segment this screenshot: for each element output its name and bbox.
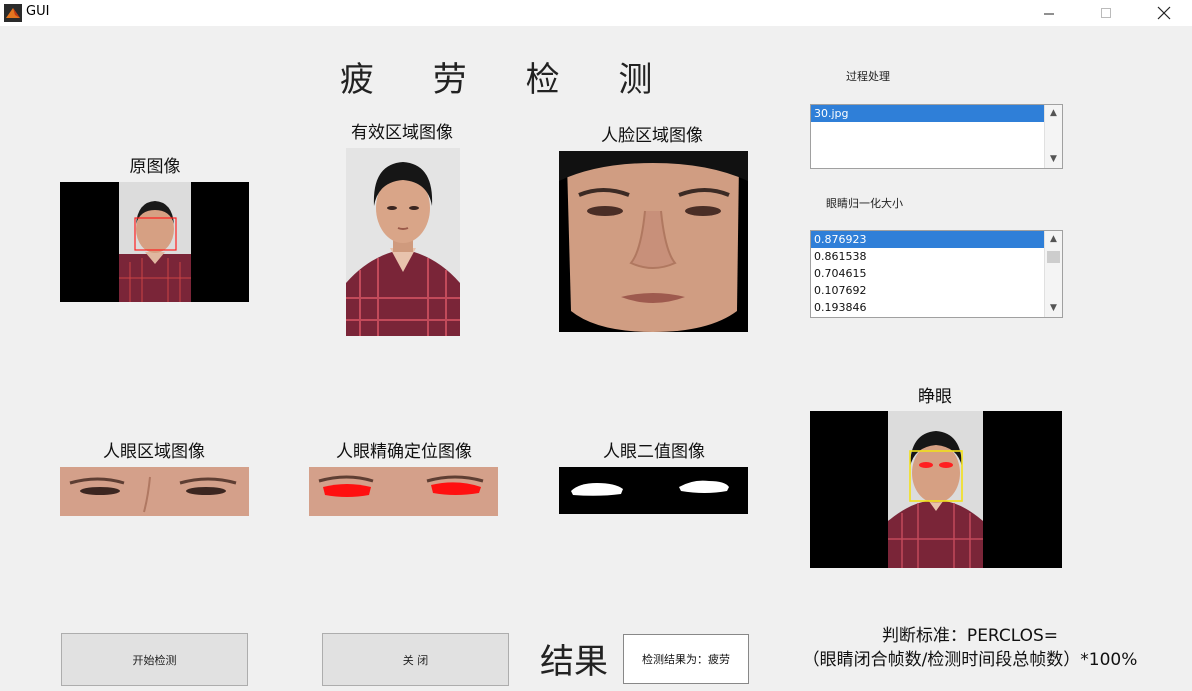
eye-state-image (810, 411, 1062, 568)
matlab-icon (4, 4, 22, 22)
eye-precise-label: 人眼精确定位图像 (336, 442, 472, 462)
list-item[interactable]: 30.jpg (811, 105, 1044, 122)
eye-binary-label: 人眼二值图像 (603, 442, 705, 462)
face-region-label: 人脸区域图像 (601, 126, 703, 146)
original-image-label: 原图像 (129, 157, 181, 177)
eye-region-axes (60, 467, 249, 516)
eye-norm-label: 眼睛归一化大小 (826, 197, 903, 210)
close-button[interactable]: 关 闭 (322, 633, 509, 686)
eye-region-image (60, 467, 249, 516)
eye-state-axes (810, 411, 1062, 568)
main-title: 疲 劳 检 测 (340, 60, 677, 100)
valid-region-axes (346, 148, 460, 336)
eye-precise-axes (309, 467, 498, 516)
scroll-up-icon[interactable]: ▲ (1045, 105, 1062, 122)
window-title: GUI (26, 4, 50, 19)
eye-norm-listbox[interactable]: 0.876923 0.861538 0.704615 0.107692 0.19… (810, 230, 1063, 318)
valid-region-image (346, 148, 460, 336)
scroll-thumb[interactable] (1047, 251, 1060, 263)
eye-region-label: 人眼区域图像 (103, 442, 205, 462)
scroll-down-icon[interactable]: ▼ (1045, 300, 1062, 317)
list-item[interactable]: 0.861538 (811, 248, 1044, 265)
process-label: 过程处理 (846, 70, 890, 83)
eye-binary-axes (559, 467, 748, 514)
minimize-icon (1044, 13, 1054, 15)
original-image-axes (60, 182, 249, 302)
list-item[interactable]: 0.704615 (811, 265, 1044, 282)
maximize-icon (1101, 8, 1111, 18)
eye-norm-scrollbar[interactable]: ▲ ▼ (1044, 231, 1062, 317)
face-region-image (559, 151, 748, 332)
window-titlebar: GUI (0, 0, 1192, 26)
eye-precise-image (309, 467, 498, 516)
process-listbox[interactable]: 30.jpg ▲ ▼ (810, 104, 1063, 169)
criteria-text: 判断标准：PERCLOS= （眼睛闭合帧数/检测时间段总帧数）*100% (770, 624, 1170, 672)
close-icon (1157, 6, 1171, 20)
criteria-line1: 判断标准：PERCLOS= (881, 626, 1059, 646)
scroll-up-icon[interactable]: ▲ (1045, 231, 1062, 248)
original-image (119, 182, 191, 302)
start-detection-button[interactable]: 开始检测 (61, 633, 248, 686)
criteria-line2: （眼睛闭合帧数/检测时间段总帧数）*100% (802, 650, 1138, 670)
close-window-button[interactable] (1141, 0, 1187, 26)
maximize-button[interactable] (1083, 0, 1129, 26)
list-item[interactable]: 0.107692 (811, 282, 1044, 299)
result-value: 检测结果为：疲劳 (623, 634, 749, 684)
face-region-axes (559, 151, 748, 332)
eye-state-label: 睁眼 (918, 387, 952, 407)
process-scrollbar[interactable]: ▲ ▼ (1044, 105, 1062, 168)
list-item[interactable]: 0.876923 (811, 231, 1044, 248)
valid-region-label: 有效区域图像 (351, 123, 453, 143)
scroll-down-icon[interactable]: ▼ (1045, 151, 1062, 168)
minimize-button[interactable] (1026, 0, 1072, 26)
result-label: 结果 (540, 642, 608, 682)
eye-binary-image (559, 467, 748, 514)
list-item[interactable]: 0.193846 (811, 299, 1044, 315)
